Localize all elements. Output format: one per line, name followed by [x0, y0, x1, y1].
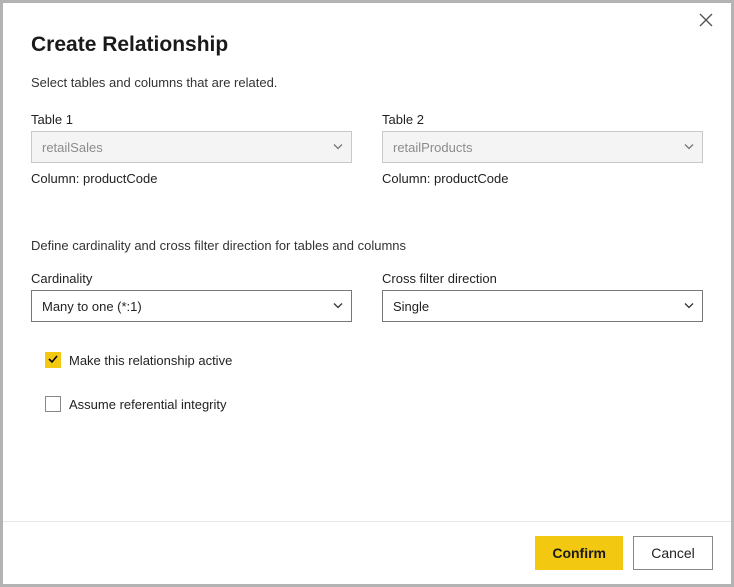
- referential-integrity-checkbox[interactable]: [45, 396, 61, 412]
- cardinality-label: Cardinality: [31, 271, 352, 286]
- chevron-down-icon: [333, 140, 343, 155]
- define-cardinality-text: Define cardinality and cross filter dire…: [31, 238, 703, 253]
- referential-integrity-label: Assume referential integrity: [69, 397, 227, 412]
- dialog-footer: Confirm Cancel: [3, 521, 731, 584]
- confirm-button[interactable]: Confirm: [535, 536, 623, 570]
- table2-label: Table 2: [382, 112, 703, 127]
- table1-column-prefix: Column:: [31, 171, 83, 186]
- table2-column-line: Column: productCode: [382, 171, 703, 186]
- cancel-button[interactable]: Cancel: [633, 536, 713, 570]
- table1-label: Table 1: [31, 112, 352, 127]
- table2-column-prefix: Column:: [382, 171, 434, 186]
- cardinality-select[interactable]: Many to one (*:1): [31, 290, 352, 322]
- table1-column-line: Column: productCode: [31, 171, 352, 186]
- crossfilter-select[interactable]: Single: [382, 290, 703, 322]
- crossfilter-select-value: Single: [393, 299, 429, 314]
- cardinality-select-value: Many to one (*:1): [42, 299, 142, 314]
- close-icon: [699, 15, 713, 30]
- chevron-down-icon: [684, 140, 694, 155]
- check-icon: [47, 353, 59, 368]
- table2-select[interactable]: retailProducts: [382, 131, 703, 163]
- table2-column-value: productCode: [434, 171, 508, 186]
- close-button[interactable]: [699, 13, 717, 31]
- table1-column-value: productCode: [83, 171, 157, 186]
- make-active-checkbox[interactable]: [45, 352, 61, 368]
- dialog-title: Create Relationship: [31, 33, 703, 57]
- make-active-label: Make this relationship active: [69, 353, 232, 368]
- table2-select-value: retailProducts: [393, 140, 472, 155]
- table1-select-value: retailSales: [42, 140, 103, 155]
- create-relationship-dialog: Create Relationship Select tables and co…: [0, 0, 734, 587]
- chevron-down-icon: [333, 299, 343, 314]
- chevron-down-icon: [684, 299, 694, 314]
- dialog-subtitle: Select tables and columns that are relat…: [31, 75, 703, 90]
- table1-select[interactable]: retailSales: [31, 131, 352, 163]
- crossfilter-label: Cross filter direction: [382, 271, 703, 286]
